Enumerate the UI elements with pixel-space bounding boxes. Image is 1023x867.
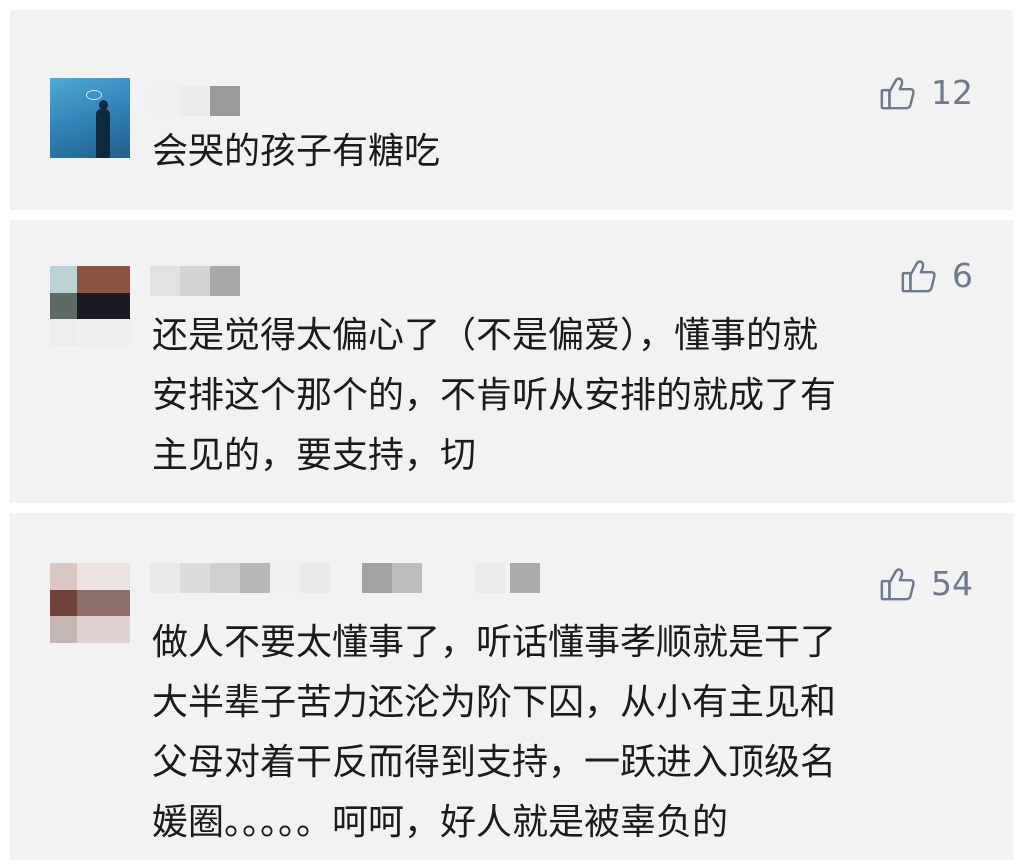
comment-card: 54 做人不要太懂事了，听话懂事孝顺就是干了 大半辈子苦力还沦为阶下囚，从小有主… (10, 513, 1013, 860)
comment-text: 还是觉得太偏心了（不是偏爱），懂事的就 安排这个那个的，不肯听从安排的就成了有 … (152, 315, 837, 476)
user-avatar-mosaic (50, 563, 130, 643)
user-avatar-mosaic (50, 266, 130, 346)
like-button[interactable]: 54 (879, 564, 973, 604)
comment-text: 会哭的孩子有糖吃 (152, 131, 441, 172)
avatar[interactable] (50, 563, 130, 643)
like-button[interactable]: 12 (879, 73, 973, 113)
thumbs-up-icon (879, 74, 917, 112)
comment-card: 12 会哭的孩子有糖吃 (10, 10, 1013, 210)
avatar[interactable] (50, 266, 130, 346)
like-count: 6 (952, 256, 973, 295)
user-avatar-photo (50, 78, 130, 158)
comment-text: 做人不要太懂事了，听话懂事孝顺就是干了 大半辈子苦力还沦为阶下囚，从小有主见和 … (152, 622, 837, 843)
comment-card: 6 还是觉得太偏心了（不是偏爱），懂事的就 安排这个那个的，不肯听从安排的就成了… (10, 220, 1013, 503)
like-count: 12 (931, 73, 973, 112)
like-count: 54 (931, 564, 973, 603)
avatar[interactable] (50, 78, 130, 158)
thumbs-up-icon (900, 257, 938, 295)
thumbs-up-icon (879, 565, 917, 603)
like-button[interactable]: 6 (900, 256, 973, 296)
